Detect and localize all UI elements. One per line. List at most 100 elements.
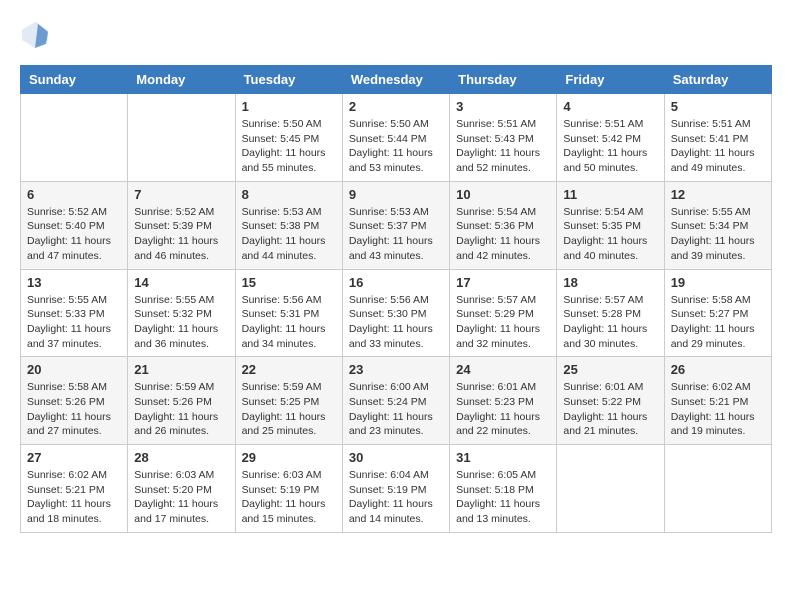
calendar-cell bbox=[664, 445, 771, 533]
day-info: Sunrise: 5:52 AM Sunset: 5:40 PM Dayligh… bbox=[27, 205, 121, 264]
day-number: 22 bbox=[242, 362, 336, 377]
day-number: 12 bbox=[671, 187, 765, 202]
calendar-cell: 20 Sunrise: 5:58 AM Sunset: 5:26 PM Dayli… bbox=[21, 357, 128, 445]
day-number: 15 bbox=[242, 275, 336, 290]
day-info: Sunrise: 6:03 AM Sunset: 5:20 PM Dayligh… bbox=[134, 468, 228, 527]
calendar-cell: 25 Sunrise: 6:01 AM Sunset: 5:22 PM Dayli… bbox=[557, 357, 664, 445]
day-number: 29 bbox=[242, 450, 336, 465]
calendar-cell: 12 Sunrise: 5:55 AM Sunset: 5:34 PM Dayli… bbox=[664, 181, 771, 269]
day-info: Sunrise: 5:55 AM Sunset: 5:33 PM Dayligh… bbox=[27, 293, 121, 352]
day-number: 2 bbox=[349, 99, 443, 114]
day-number: 19 bbox=[671, 275, 765, 290]
day-info: Sunrise: 5:55 AM Sunset: 5:34 PM Dayligh… bbox=[671, 205, 765, 264]
calendar-cell: 6 Sunrise: 5:52 AM Sunset: 5:40 PM Daylig… bbox=[21, 181, 128, 269]
day-number: 10 bbox=[456, 187, 550, 202]
day-info: Sunrise: 5:59 AM Sunset: 5:25 PM Dayligh… bbox=[242, 380, 336, 439]
calendar-cell bbox=[128, 94, 235, 182]
day-number: 27 bbox=[27, 450, 121, 465]
weekday-header: Wednesday bbox=[342, 66, 449, 94]
day-info: Sunrise: 5:57 AM Sunset: 5:28 PM Dayligh… bbox=[563, 293, 657, 352]
calendar-cell: 23 Sunrise: 6:00 AM Sunset: 5:24 PM Dayli… bbox=[342, 357, 449, 445]
calendar-week-row: 1 Sunrise: 5:50 AM Sunset: 5:45 PM Daylig… bbox=[21, 94, 772, 182]
calendar-cell bbox=[21, 94, 128, 182]
weekday-header: Tuesday bbox=[235, 66, 342, 94]
calendar-cell: 14 Sunrise: 5:55 AM Sunset: 5:32 PM Dayli… bbox=[128, 269, 235, 357]
calendar-cell: 3 Sunrise: 5:51 AM Sunset: 5:43 PM Daylig… bbox=[450, 94, 557, 182]
day-info: Sunrise: 5:51 AM Sunset: 5:43 PM Dayligh… bbox=[456, 117, 550, 176]
day-number: 25 bbox=[563, 362, 657, 377]
calendar-cell: 29 Sunrise: 6:03 AM Sunset: 5:19 PM Dayli… bbox=[235, 445, 342, 533]
day-number: 14 bbox=[134, 275, 228, 290]
day-number: 3 bbox=[456, 99, 550, 114]
calendar-cell: 21Sunrise: 5:59 AM Sunset: 5:26 PM Dayli… bbox=[128, 357, 235, 445]
day-number: 8 bbox=[242, 187, 336, 202]
calendar-cell: 22 Sunrise: 5:59 AM Sunset: 5:25 PM Dayli… bbox=[235, 357, 342, 445]
day-info: Sunrise: 6:05 AM Sunset: 5:18 PM Dayligh… bbox=[456, 468, 550, 527]
weekday-header: Thursday bbox=[450, 66, 557, 94]
day-info: Sunrise: 5:58 AM Sunset: 5:26 PM Dayligh… bbox=[27, 380, 121, 439]
calendar-week-row: 6 Sunrise: 5:52 AM Sunset: 5:40 PM Daylig… bbox=[21, 181, 772, 269]
day-info: Sunrise: 5:54 AM Sunset: 5:36 PM Dayligh… bbox=[456, 205, 550, 264]
calendar-cell bbox=[557, 445, 664, 533]
day-info: Sunrise: 6:02 AM Sunset: 5:21 PM Dayligh… bbox=[671, 380, 765, 439]
day-info: Sunrise: 6:00 AM Sunset: 5:24 PM Dayligh… bbox=[349, 380, 443, 439]
day-number: 26 bbox=[671, 362, 765, 377]
weekday-header: Sunday bbox=[21, 66, 128, 94]
day-info: Sunrise: 5:50 AM Sunset: 5:45 PM Dayligh… bbox=[242, 117, 336, 176]
calendar-cell: 10 Sunrise: 5:54 AM Sunset: 5:36 PM Dayli… bbox=[450, 181, 557, 269]
calendar-cell: 5 Sunrise: 5:51 AM Sunset: 5:41 PM Daylig… bbox=[664, 94, 771, 182]
weekday-header-row: SundayMondayTuesdayWednesdayThursdayFrid… bbox=[21, 66, 772, 94]
day-number: 30 bbox=[349, 450, 443, 465]
day-info: Sunrise: 5:58 AM Sunset: 5:27 PM Dayligh… bbox=[671, 293, 765, 352]
day-info: Sunrise: 5:53 AM Sunset: 5:38 PM Dayligh… bbox=[242, 205, 336, 264]
day-number: 13 bbox=[27, 275, 121, 290]
calendar-cell: 11 Sunrise: 5:54 AM Sunset: 5:35 PM Dayli… bbox=[557, 181, 664, 269]
calendar-cell: 15 Sunrise: 5:56 AM Sunset: 5:31 PM Dayli… bbox=[235, 269, 342, 357]
calendar-table: SundayMondayTuesdayWednesdayThursdayFrid… bbox=[20, 65, 772, 533]
day-number: 18 bbox=[563, 275, 657, 290]
calendar-cell: 24 Sunrise: 6:01 AM Sunset: 5:23 PM Dayli… bbox=[450, 357, 557, 445]
day-info: Sunrise: 5:51 AM Sunset: 5:42 PM Dayligh… bbox=[563, 117, 657, 176]
day-info: Sunrise: 5:57 AM Sunset: 5:29 PM Dayligh… bbox=[456, 293, 550, 352]
day-number: 28 bbox=[134, 450, 228, 465]
calendar-week-row: 27 Sunrise: 6:02 AM Sunset: 5:21 PM Dayli… bbox=[21, 445, 772, 533]
day-info: Sunrise: 6:02 AM Sunset: 5:21 PM Dayligh… bbox=[27, 468, 121, 527]
calendar-cell: 16Sunrise: 5:56 AM Sunset: 5:30 PM Dayli… bbox=[342, 269, 449, 357]
day-info: Sunrise: 5:55 AM Sunset: 5:32 PM Dayligh… bbox=[134, 293, 228, 352]
calendar-cell: 7 Sunrise: 5:52 AM Sunset: 5:39 PM Daylig… bbox=[128, 181, 235, 269]
day-number: 21 bbox=[134, 362, 228, 377]
day-number: 5 bbox=[671, 99, 765, 114]
day-info: Sunrise: 5:51 AM Sunset: 5:41 PM Dayligh… bbox=[671, 117, 765, 176]
day-info: Sunrise: 5:56 AM Sunset: 5:30 PM Dayligh… bbox=[349, 293, 443, 352]
calendar-cell: 4 Sunrise: 5:51 AM Sunset: 5:42 PM Daylig… bbox=[557, 94, 664, 182]
day-number: 9 bbox=[349, 187, 443, 202]
day-number: 1 bbox=[242, 99, 336, 114]
day-info: Sunrise: 6:01 AM Sunset: 5:23 PM Dayligh… bbox=[456, 380, 550, 439]
day-number: 24 bbox=[456, 362, 550, 377]
day-info: Sunrise: 5:50 AM Sunset: 5:44 PM Dayligh… bbox=[349, 117, 443, 176]
calendar-week-row: 13 Sunrise: 5:55 AM Sunset: 5:33 PM Dayli… bbox=[21, 269, 772, 357]
day-number: 23 bbox=[349, 362, 443, 377]
day-number: 4 bbox=[563, 99, 657, 114]
day-info: Sunrise: 5:54 AM Sunset: 5:35 PM Dayligh… bbox=[563, 205, 657, 264]
weekday-header: Saturday bbox=[664, 66, 771, 94]
day-number: 11 bbox=[563, 187, 657, 202]
weekday-header: Friday bbox=[557, 66, 664, 94]
calendar-week-row: 20 Sunrise: 5:58 AM Sunset: 5:26 PM Dayli… bbox=[21, 357, 772, 445]
day-info: Sunrise: 5:52 AM Sunset: 5:39 PM Dayligh… bbox=[134, 205, 228, 264]
calendar-cell: 27 Sunrise: 6:02 AM Sunset: 5:21 PM Dayli… bbox=[21, 445, 128, 533]
day-info: Sunrise: 5:56 AM Sunset: 5:31 PM Dayligh… bbox=[242, 293, 336, 352]
calendar-cell: 17Sunrise: 5:57 AM Sunset: 5:29 PM Dayli… bbox=[450, 269, 557, 357]
calendar-cell: 13 Sunrise: 5:55 AM Sunset: 5:33 PM Dayli… bbox=[21, 269, 128, 357]
day-info: Sunrise: 5:53 AM Sunset: 5:37 PM Dayligh… bbox=[349, 205, 443, 264]
calendar-cell: 8 Sunrise: 5:53 AM Sunset: 5:38 PM Daylig… bbox=[235, 181, 342, 269]
day-number: 6 bbox=[27, 187, 121, 202]
day-info: Sunrise: 6:04 AM Sunset: 5:19 PM Dayligh… bbox=[349, 468, 443, 527]
calendar-cell: 26 Sunrise: 6:02 AM Sunset: 5:21 PM Dayli… bbox=[664, 357, 771, 445]
day-info: Sunrise: 6:03 AM Sunset: 5:19 PM Dayligh… bbox=[242, 468, 336, 527]
day-number: 7 bbox=[134, 187, 228, 202]
day-number: 20 bbox=[27, 362, 121, 377]
calendar-cell: 31 Sunrise: 6:05 AM Sunset: 5:18 PM Dayli… bbox=[450, 445, 557, 533]
day-number: 31 bbox=[456, 450, 550, 465]
day-info: Sunrise: 6:01 AM Sunset: 5:22 PM Dayligh… bbox=[563, 380, 657, 439]
